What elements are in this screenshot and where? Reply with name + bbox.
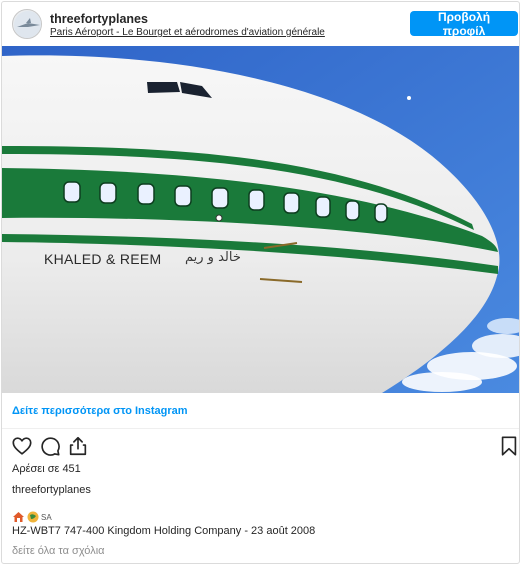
post-header: threefortyplanes Paris Aéroport - Le Bou… — [2, 2, 519, 46]
view-profile-button[interactable]: Προβολή προφίλ — [410, 10, 518, 38]
instagram-embed-card: threefortyplanes Paris Aéroport - Le Bou… — [1, 1, 520, 564]
globe-icon — [27, 511, 39, 523]
livery-arabic-text: خالد و ريم — [185, 250, 241, 265]
house-icon — [13, 512, 24, 522]
livery-text: KHALED & REEM — [44, 251, 162, 267]
view-all-comments-link[interactable]: δείτε όλα τα σχόλια — [12, 545, 105, 557]
share-icon[interactable] — [67, 435, 89, 457]
country-badge-label: SA — [41, 512, 52, 522]
caption-text: HZ-WBT7 747-400 Kingdom Holding Company … — [12, 525, 316, 537]
heart-icon[interactable] — [11, 435, 33, 457]
bookmark-icon[interactable] — [498, 435, 519, 457]
see-more-on-instagram[interactable]: Δείτε περισσότερα στο Instagram — [2, 393, 519, 429]
location-link[interactable]: Paris Aéroport - Le Bourget et aérodrome… — [50, 27, 325, 38]
comment-icon[interactable] — [39, 435, 61, 457]
caption-username[interactable]: threefortyplanes — [12, 484, 91, 496]
avatar[interactable] — [12, 9, 42, 39]
see-more-link[interactable]: Δείτε περισσότερα στο Instagram — [12, 405, 188, 417]
action-bar — [2, 432, 519, 462]
likes-count[interactable]: Αρέσει σε 451 — [12, 463, 81, 475]
username[interactable]: threefortyplanes — [50, 12, 148, 26]
post-photo[interactable]: KHALED & REEM خالد و ريم — [2, 46, 519, 393]
caption-emoji-badges: SA — [12, 511, 52, 523]
